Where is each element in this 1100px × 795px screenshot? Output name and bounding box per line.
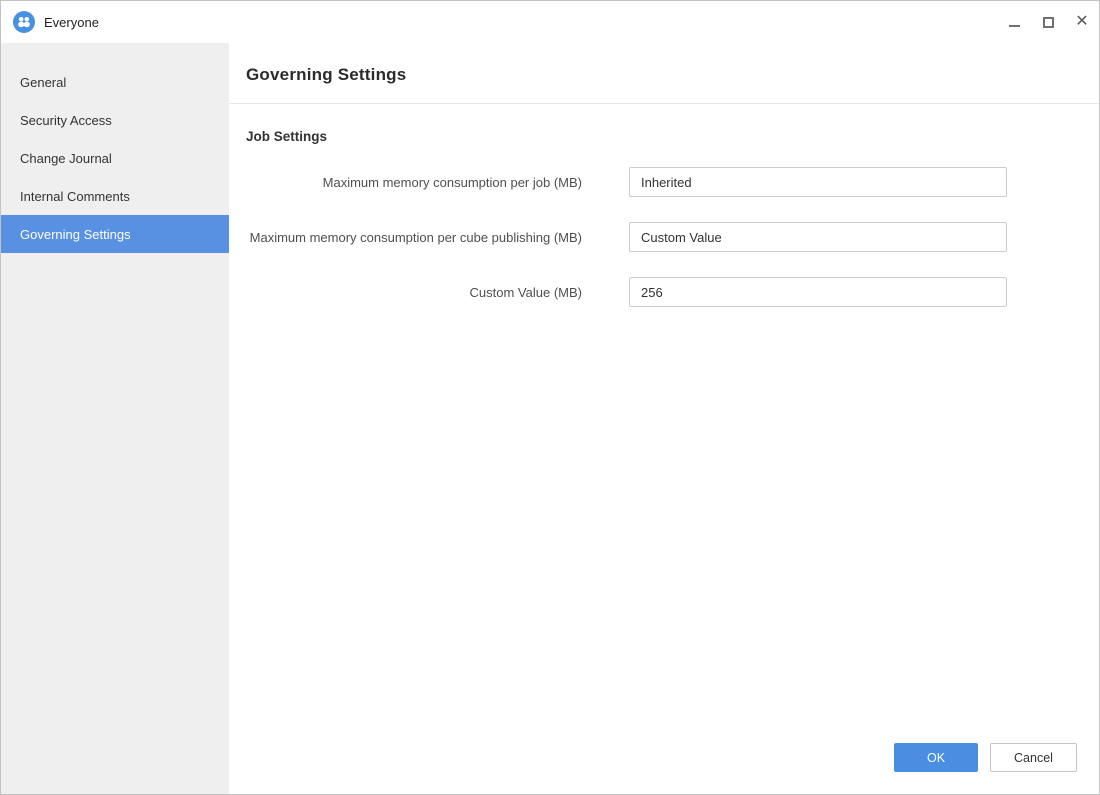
form-row: Maximum memory consumption per job (MB) (229, 167, 1099, 197)
form-row: Custom Value (MB) (229, 277, 1099, 307)
maximize-icon (1043, 17, 1054, 28)
section-title-job-settings: Job Settings (246, 129, 1099, 144)
sidebar-item-internal-comments[interactable]: Internal Comments (1, 177, 229, 215)
window-controls: ✕ (997, 1, 1099, 43)
ok-button[interactable]: OK (894, 743, 978, 772)
titlebar: Everyone ✕ (1, 1, 1099, 43)
window-title: Everyone (44, 15, 99, 30)
custom-value-label: Custom Value (MB) (246, 282, 582, 303)
cancel-button[interactable]: Cancel (990, 743, 1077, 772)
form-row: Maximum memory consumption per cube publ… (229, 222, 1099, 252)
maximize-button[interactable] (1031, 1, 1065, 43)
close-icon: ✕ (1075, 14, 1088, 30)
custom-value-input[interactable] (629, 277, 1007, 307)
minimize-icon (1009, 25, 1020, 27)
max-memory-per-cube-publishing-input[interactable] (629, 222, 1007, 252)
minimize-button[interactable] (997, 1, 1031, 43)
dialog-window: Everyone ✕ General Security Access Chang… (0, 0, 1100, 795)
sidebar-item-general[interactable]: General (1, 63, 229, 101)
sidebar-item-change-journal[interactable]: Change Journal (1, 139, 229, 177)
max-memory-per-cube-publishing-label: Maximum memory consumption per cube publ… (246, 227, 582, 248)
sidebar: General Security Access Change Journal I… (1, 43, 229, 794)
page-title: Governing Settings (246, 65, 1099, 85)
dialog-footer: OK Cancel (894, 743, 1077, 772)
job-settings-form: Maximum memory consumption per job (MB) … (229, 167, 1099, 307)
max-memory-per-job-label: Maximum memory consumption per job (MB) (246, 172, 582, 193)
close-button[interactable]: ✕ (1065, 1, 1099, 43)
sidebar-item-governing-settings[interactable]: Governing Settings (1, 215, 229, 253)
sidebar-item-security-access[interactable]: Security Access (1, 101, 229, 139)
max-memory-per-job-input[interactable] (629, 167, 1007, 197)
main-header: Governing Settings (229, 43, 1099, 104)
group-people-icon (13, 11, 35, 33)
main-panel: Governing Settings Job Settings Maximum … (229, 43, 1099, 794)
